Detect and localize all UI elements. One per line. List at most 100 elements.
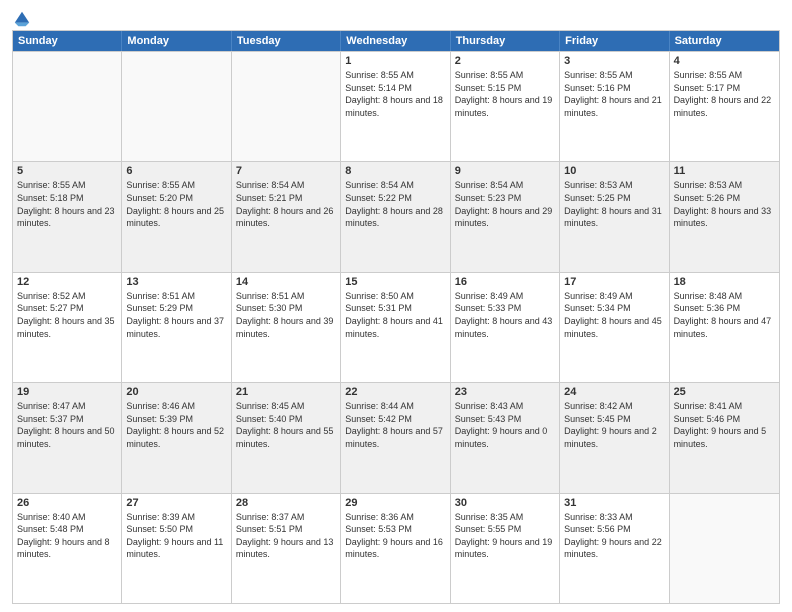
day-number: 28 <box>236 497 336 509</box>
weekday-header: Thursday <box>451 31 560 51</box>
day-number: 18 <box>674 276 775 288</box>
day-number: 9 <box>455 165 555 177</box>
calendar-cell: 30Sunrise: 8:35 AM Sunset: 5:55 PM Dayli… <box>451 494 560 603</box>
day-number: 4 <box>674 55 775 67</box>
calendar-cell: 12Sunrise: 8:52 AM Sunset: 5:27 PM Dayli… <box>13 273 122 382</box>
calendar-cell: 18 Sunrise: 8:48 AM Sunset: 5:36 PM Dayli… <box>670 273 779 382</box>
calendar-cell <box>232 52 341 161</box>
day-info: Sunrise: 8:36 AM Sunset: 5:53 PM Dayligh… <box>345 511 445 561</box>
page-header <box>12 10 780 24</box>
calendar-cell: 9 Sunrise: 8:54 AM Sunset: 5:23 PM Daylig… <box>451 162 560 271</box>
calendar-cell: 19 Sunrise: 8:47 AM Sunset: 5:37 PM Dayli… <box>13 383 122 492</box>
day-number: 5 <box>17 165 117 177</box>
calendar-cell: 2 Sunrise: 8:55 AM Sunset: 5:15 PM Daylig… <box>451 52 560 161</box>
calendar-cell: 20Sunrise: 8:46 AM Sunset: 5:39 PM Dayli… <box>122 383 231 492</box>
day-number: 14 <box>236 276 336 288</box>
day-info: Sunrise: 8:55 AM Sunset: 5:14 PM Dayligh… <box>345 69 445 119</box>
day-info: Sunrise: 8:51 AM Sunset: 5:30 PM Dayligh… <box>236 290 336 340</box>
day-number: 11 <box>674 165 775 177</box>
day-info: Sunrise: 8:55 AM Sunset: 5:18 PM Dayligh… <box>17 179 117 229</box>
calendar-cell: 14 Sunrise: 8:51 AM Sunset: 5:30 PM Dayli… <box>232 273 341 382</box>
calendar-cell: 16 Sunrise: 8:49 AM Sunset: 5:33 PM Dayli… <box>451 273 560 382</box>
day-info: Sunrise: 8:54 AM Sunset: 5:21 PM Dayligh… <box>236 179 336 229</box>
calendar-cell <box>13 52 122 161</box>
day-number: 10 <box>564 165 664 177</box>
day-number: 15 <box>345 276 445 288</box>
day-number: 16 <box>455 276 555 288</box>
day-info: Sunrise: 8:55 AM Sunset: 5:17 PM Dayligh… <box>674 69 775 119</box>
day-info: Sunrise: 8:53 AM Sunset: 5:26 PM Dayligh… <box>674 179 775 229</box>
weekday-header: Saturday <box>670 31 779 51</box>
calendar-cell: 27 Sunrise: 8:39 AM Sunset: 5:50 PM Dayli… <box>122 494 231 603</box>
logo-icon <box>13 10 31 28</box>
calendar-cell: 8 Sunrise: 8:54 AM Sunset: 5:22 PM Daylig… <box>341 162 450 271</box>
day-info: Sunrise: 8:50 AM Sunset: 5:31 PM Dayligh… <box>345 290 445 340</box>
calendar-cell: 31 Sunrise: 8:33 AM Sunset: 5:56 PM Dayli… <box>560 494 669 603</box>
day-info: Sunrise: 8:43 AM Sunset: 5:43 PM Dayligh… <box>455 400 555 450</box>
calendar-cell: 4 Sunrise: 8:55 AM Sunset: 5:17 PM Daylig… <box>670 52 779 161</box>
day-info: Sunrise: 8:33 AM Sunset: 5:56 PM Dayligh… <box>564 511 664 561</box>
day-info: Sunrise: 8:41 AM Sunset: 5:46 PM Dayligh… <box>674 400 775 450</box>
calendar-cell: 6 Sunrise: 8:55 AM Sunset: 5:20 PM Daylig… <box>122 162 231 271</box>
day-number: 13 <box>126 276 226 288</box>
calendar-cell: 11 Sunrise: 8:53 AM Sunset: 5:26 PM Dayli… <box>670 162 779 271</box>
day-number: 7 <box>236 165 336 177</box>
day-number: 27 <box>126 497 226 509</box>
day-number: 17 <box>564 276 664 288</box>
day-number: 24 <box>564 386 664 398</box>
day-info: Sunrise: 8:45 AM Sunset: 5:40 PM Dayligh… <box>236 400 336 450</box>
calendar-cell: 10 Sunrise: 8:53 AM Sunset: 5:25 PM Dayli… <box>560 162 669 271</box>
day-info: Sunrise: 8:48 AM Sunset: 5:36 PM Dayligh… <box>674 290 775 340</box>
calendar-cell: 22 Sunrise: 8:44 AM Sunset: 5:42 PM Dayli… <box>341 383 450 492</box>
day-number: 20 <box>126 386 226 398</box>
calendar-row: 26 Sunrise: 8:40 AM Sunset: 5:48 PM Dayli… <box>13 493 779 603</box>
day-number: 6 <box>126 165 226 177</box>
day-info: Sunrise: 8:47 AM Sunset: 5:37 PM Dayligh… <box>17 400 117 450</box>
calendar-cell: 5 Sunrise: 8:55 AM Sunset: 5:18 PM Daylig… <box>13 162 122 271</box>
calendar-body: 1 Sunrise: 8:55 AM Sunset: 5:14 PM Daylig… <box>13 51 779 603</box>
logo <box>12 10 31 24</box>
day-info: Sunrise: 8:35 AM Sunset: 5:55 PM Dayligh… <box>455 511 555 561</box>
day-number: 25 <box>674 386 775 398</box>
day-info: Sunrise: 8:39 AM Sunset: 5:50 PM Dayligh… <box>126 511 226 561</box>
day-info: Sunrise: 8:52 AM Sunset: 5:27 PM Dayligh… <box>17 290 117 340</box>
calendar-cell: 1 Sunrise: 8:55 AM Sunset: 5:14 PM Daylig… <box>341 52 450 161</box>
weekday-header: Wednesday <box>341 31 450 51</box>
day-number: 19 <box>17 386 117 398</box>
page-container: SundayMondayTuesdayWednesdayThursdayFrid… <box>0 0 792 612</box>
calendar-row: 5 Sunrise: 8:55 AM Sunset: 5:18 PM Daylig… <box>13 161 779 271</box>
day-info: Sunrise: 8:42 AM Sunset: 5:45 PM Dayligh… <box>564 400 664 450</box>
day-info: Sunrise: 8:51 AM Sunset: 5:29 PM Dayligh… <box>126 290 226 340</box>
calendar-cell: 26 Sunrise: 8:40 AM Sunset: 5:48 PM Dayli… <box>13 494 122 603</box>
calendar-cell: 17 Sunrise: 8:49 AM Sunset: 5:34 PM Dayli… <box>560 273 669 382</box>
calendar-cell: 25 Sunrise: 8:41 AM Sunset: 5:46 PM Dayli… <box>670 383 779 492</box>
day-number: 31 <box>564 497 664 509</box>
day-number: 1 <box>345 55 445 67</box>
day-info: Sunrise: 8:54 AM Sunset: 5:23 PM Dayligh… <box>455 179 555 229</box>
day-info: Sunrise: 8:49 AM Sunset: 5:33 PM Dayligh… <box>455 290 555 340</box>
calendar: SundayMondayTuesdayWednesdayThursdayFrid… <box>12 30 780 604</box>
day-info: Sunrise: 8:55 AM Sunset: 5:20 PM Dayligh… <box>126 179 226 229</box>
day-info: Sunrise: 8:44 AM Sunset: 5:42 PM Dayligh… <box>345 400 445 450</box>
weekday-header: Tuesday <box>232 31 341 51</box>
day-number: 8 <box>345 165 445 177</box>
calendar-cell: 29 Sunrise: 8:36 AM Sunset: 5:53 PM Dayli… <box>341 494 450 603</box>
calendar-row: 12Sunrise: 8:52 AM Sunset: 5:27 PM Dayli… <box>13 272 779 382</box>
day-info: Sunrise: 8:55 AM Sunset: 5:15 PM Dayligh… <box>455 69 555 119</box>
calendar-row: 19 Sunrise: 8:47 AM Sunset: 5:37 PM Dayli… <box>13 382 779 492</box>
day-number: 22 <box>345 386 445 398</box>
calendar-row: 1 Sunrise: 8:55 AM Sunset: 5:14 PM Daylig… <box>13 51 779 161</box>
day-info: Sunrise: 8:53 AM Sunset: 5:25 PM Dayligh… <box>564 179 664 229</box>
day-info: Sunrise: 8:54 AM Sunset: 5:22 PM Dayligh… <box>345 179 445 229</box>
day-number: 29 <box>345 497 445 509</box>
day-number: 2 <box>455 55 555 67</box>
day-info: Sunrise: 8:49 AM Sunset: 5:34 PM Dayligh… <box>564 290 664 340</box>
calendar-cell: 3Sunrise: 8:55 AM Sunset: 5:16 PM Daylig… <box>560 52 669 161</box>
calendar-cell <box>122 52 231 161</box>
calendar-cell: 13 Sunrise: 8:51 AM Sunset: 5:29 PM Dayli… <box>122 273 231 382</box>
day-info: Sunrise: 8:37 AM Sunset: 5:51 PM Dayligh… <box>236 511 336 561</box>
calendar-cell: 23Sunrise: 8:43 AM Sunset: 5:43 PM Dayli… <box>451 383 560 492</box>
day-info: Sunrise: 8:40 AM Sunset: 5:48 PM Dayligh… <box>17 511 117 561</box>
day-number: 26 <box>17 497 117 509</box>
calendar-cell: 21Sunrise: 8:45 AM Sunset: 5:40 PM Dayli… <box>232 383 341 492</box>
